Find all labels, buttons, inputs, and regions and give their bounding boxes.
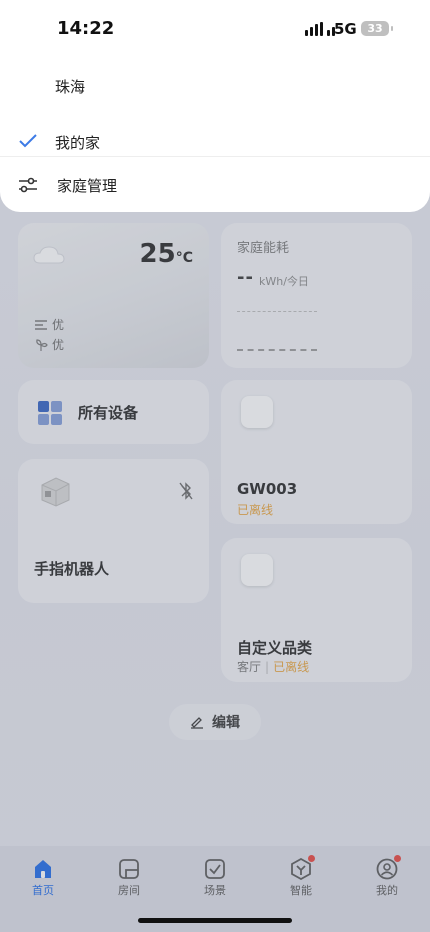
home-option-my-home[interactable]: 我的家 [0, 126, 430, 156]
home-switcher-menu: 14:22 5G 33 珠海 我的家 家庭管理 [0, 0, 430, 212]
clock: 14:22 [57, 18, 115, 39]
sliders-icon [19, 177, 37, 193]
signal-icon [305, 22, 335, 36]
home-indicator [138, 918, 292, 923]
check-icon [19, 134, 37, 148]
home-management-button[interactable]: 家庭管理 [0, 170, 430, 200]
home-management-label: 家庭管理 [57, 177, 118, 195]
status-bar: 14:22 5G 33 [0, 0, 430, 56]
battery-level: 33 [367, 22, 383, 35]
battery-icon: 33 [361, 21, 393, 36]
city-label: 珠海 [55, 78, 86, 96]
network-type: 5G [334, 20, 357, 38]
divider [0, 156, 430, 157]
home-name: 我的家 [55, 134, 101, 152]
